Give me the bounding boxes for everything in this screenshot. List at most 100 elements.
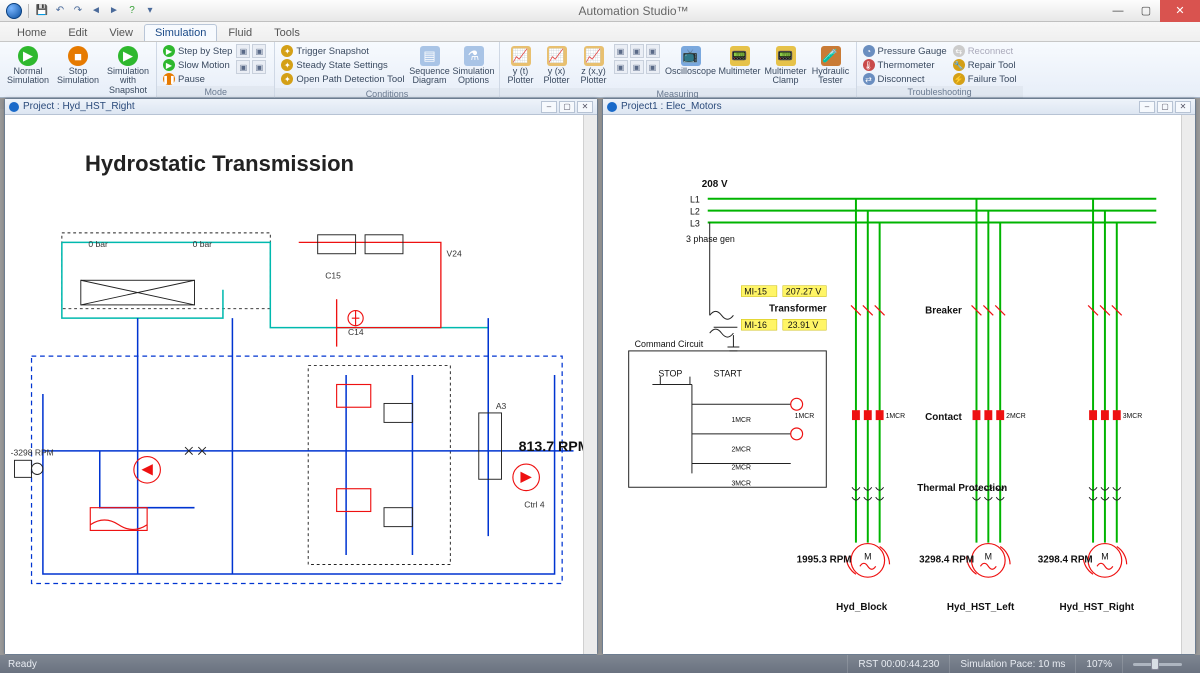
schem-title: Hydrostatic Transmission xyxy=(85,151,354,177)
sim-snapshot-button[interactable]: ▶Simulationwith Snapshot xyxy=(104,44,152,97)
close-button[interactable]: ✕ xyxy=(1160,0,1200,22)
meas-icon-6[interactable]: ▣ xyxy=(646,60,660,74)
svg-text:1995.3 RPM: 1995.3 RPM xyxy=(797,554,852,565)
meas-icon-5[interactable]: ▣ xyxy=(630,60,644,74)
hydraulic-tester-button[interactable]: 🧪HydraulicTester xyxy=(810,44,852,88)
tab-simulation[interactable]: Simulation xyxy=(144,24,217,41)
tab-tools[interactable]: Tools xyxy=(263,24,311,41)
svg-text:1MCR: 1MCR xyxy=(886,413,906,420)
workspace: Project : Hyd_HST_Right – ▢ ✕ Hydrostati… xyxy=(4,98,1196,655)
thermometer-button[interactable]: 🌡Thermometer xyxy=(861,58,949,72)
multimeter-clamp-button[interactable]: 📟MultimeterClamp xyxy=(764,44,808,88)
svg-text:A3: A3 xyxy=(496,401,507,411)
tab-view[interactable]: View xyxy=(98,24,144,41)
meas-icon-4[interactable]: ▣ xyxy=(614,60,628,74)
pane-left-title: Project : Hyd_HST_Right xyxy=(23,101,135,112)
svg-text:208 V: 208 V xyxy=(702,179,728,190)
qat-dropdown-icon[interactable]: ▾ xyxy=(143,4,157,18)
qat-help-icon[interactable]: ? xyxy=(125,4,139,18)
pressure-gauge-button[interactable]: ◔Pressure Gauge xyxy=(861,44,949,58)
svg-text:Breaker: Breaker xyxy=(925,305,962,316)
mode-icon-1[interactable]: ▣ xyxy=(236,44,250,58)
tab-fluid[interactable]: Fluid xyxy=(217,24,263,41)
step-button[interactable]: ▶Step by Step xyxy=(161,44,234,58)
pane-left-min-button[interactable]: – xyxy=(541,101,557,113)
minimize-button[interactable]: — xyxy=(1104,0,1132,22)
pane-left-max-button[interactable]: ▢ xyxy=(559,101,575,113)
scrollbar-right[interactable] xyxy=(1181,115,1195,654)
maximize-button[interactable]: ▢ xyxy=(1132,0,1160,22)
plotter-yt-button[interactable]: 📈y (t)Plotter xyxy=(504,44,538,88)
svg-text:M: M xyxy=(985,551,992,561)
plotter-yx-button[interactable]: 📈y (x)Plotter xyxy=(540,44,574,88)
status-slider[interactable] xyxy=(1122,655,1192,673)
steady-state-button[interactable]: ✦Steady State Settings xyxy=(279,58,406,72)
plotter-zxy-button[interactable]: 📈z (x,y)Plotter xyxy=(576,44,612,88)
oscilloscope-button[interactable]: 📺Oscilloscope xyxy=(666,44,716,78)
canvas-left[interactable]: Hydrostatic Transmission xyxy=(5,115,583,654)
app-logo[interactable] xyxy=(6,3,22,19)
svg-text:START: START xyxy=(714,369,743,379)
open-path-button[interactable]: ✦Open Path Detection Tool xyxy=(279,72,406,86)
status-ready: Ready xyxy=(8,659,37,670)
mode-icon-4[interactable]: ▣ xyxy=(252,60,266,74)
sequence-diagram-button[interactable]: ▤SequenceDiagram xyxy=(409,44,451,88)
measuring-icons[interactable]: ▣▣▣ ▣▣▣ xyxy=(614,44,664,74)
qat-fwd-icon[interactable]: ► xyxy=(107,4,121,18)
stop-sim-button[interactable]: ■StopSimulation xyxy=(54,44,102,88)
pane-left-icon xyxy=(9,102,19,112)
mode-icon-3[interactable]: ▣ xyxy=(236,60,250,74)
meas-icon-1[interactable]: ▣ xyxy=(614,44,628,58)
mode-icon-2[interactable]: ▣ xyxy=(252,44,266,58)
svg-text:3298.4 RPM: 3298.4 RPM xyxy=(919,554,974,565)
qat-redo-icon[interactable]: ↷ xyxy=(71,4,85,18)
multimeter-button[interactable]: 📟Multimeter xyxy=(718,44,762,78)
scrollbar-left[interactable] xyxy=(583,115,597,654)
svg-text:Hyd_Block: Hyd_Block xyxy=(836,602,888,613)
pane-right-close-button[interactable]: ✕ xyxy=(1175,101,1191,113)
ribbon: ▶NormalSimulation ■StopSimulation ▶Simul… xyxy=(0,42,1200,98)
group-mode-label: Mode xyxy=(157,86,274,98)
qat-back-icon[interactable]: ◄ xyxy=(89,4,103,18)
canvas-right[interactable]: 208 V L1 L2 L3 3 phase gen 1MCRM2MCRM3MC… xyxy=(603,115,1181,654)
svg-text:207.27 V: 207.27 V xyxy=(786,287,822,297)
svg-text:MI-15: MI-15 xyxy=(744,287,767,297)
sim-options-button[interactable]: ⚗SimulationOptions xyxy=(453,44,495,88)
svg-text:2MCR: 2MCR xyxy=(1006,413,1026,420)
slow-button[interactable]: ▶Slow Motion xyxy=(161,58,234,72)
repair-tool-button[interactable]: 🔧Repair Tool xyxy=(951,58,1019,72)
svg-text:STOP: STOP xyxy=(658,369,682,379)
svg-text:0 bar: 0 bar xyxy=(88,239,108,249)
meas-icon-3[interactable]: ▣ xyxy=(646,44,660,58)
pane-right-max-button[interactable]: ▢ xyxy=(1157,101,1173,113)
trigger-snapshot-button[interactable]: ✦Trigger Snapshot xyxy=(279,44,406,58)
svg-text:Contact: Contact xyxy=(925,412,962,423)
titlebar: 💾 ↶ ↷ ◄ ► ? ▾ Automation Studio™ — ▢ ✕ xyxy=(0,0,1200,22)
qat-save-icon[interactable]: 💾 xyxy=(35,4,49,18)
svg-text:C14: C14 xyxy=(348,327,364,337)
svg-text:2MCR: 2MCR xyxy=(731,464,751,471)
reconnect-button[interactable]: ⇆Reconnect xyxy=(951,44,1019,58)
pane-right-min-button[interactable]: – xyxy=(1139,101,1155,113)
status-rst: RST 00:00:44.230 xyxy=(847,655,949,673)
meas-icon-2[interactable]: ▣ xyxy=(630,44,644,58)
tab-home[interactable]: Home xyxy=(6,24,57,41)
disconnect-button[interactable]: ⇄Disconnect xyxy=(861,72,949,86)
svg-text:L1: L1 xyxy=(690,195,700,205)
tab-edit[interactable]: Edit xyxy=(57,24,98,41)
svg-text:3MCR: 3MCR xyxy=(731,480,751,487)
pause-button[interactable]: ❚❚Pause xyxy=(161,72,234,86)
svg-text:Hyd_HST_Right: Hyd_HST_Right xyxy=(1059,602,1134,613)
status-zoom[interactable]: 107% xyxy=(1075,655,1122,673)
mode-icons[interactable]: ▣ ▣ ▣ ▣ xyxy=(236,44,270,74)
normal-sim-button[interactable]: ▶NormalSimulation xyxy=(4,44,52,88)
qat-undo-icon[interactable]: ↶ xyxy=(53,4,67,18)
svg-text:L3: L3 xyxy=(690,218,700,228)
svg-text:23.91 V: 23.91 V xyxy=(788,320,819,330)
svg-text:3MCR: 3MCR xyxy=(1123,413,1143,420)
pane-left-close-button[interactable]: ✕ xyxy=(577,101,593,113)
svg-text:-3298 RPM: -3298 RPM xyxy=(11,448,54,458)
failure-tool-button[interactable]: ⚡Failure Tool xyxy=(951,72,1019,86)
svg-text:C15: C15 xyxy=(325,270,341,280)
svg-text:Command Circuit: Command Circuit xyxy=(635,339,704,349)
